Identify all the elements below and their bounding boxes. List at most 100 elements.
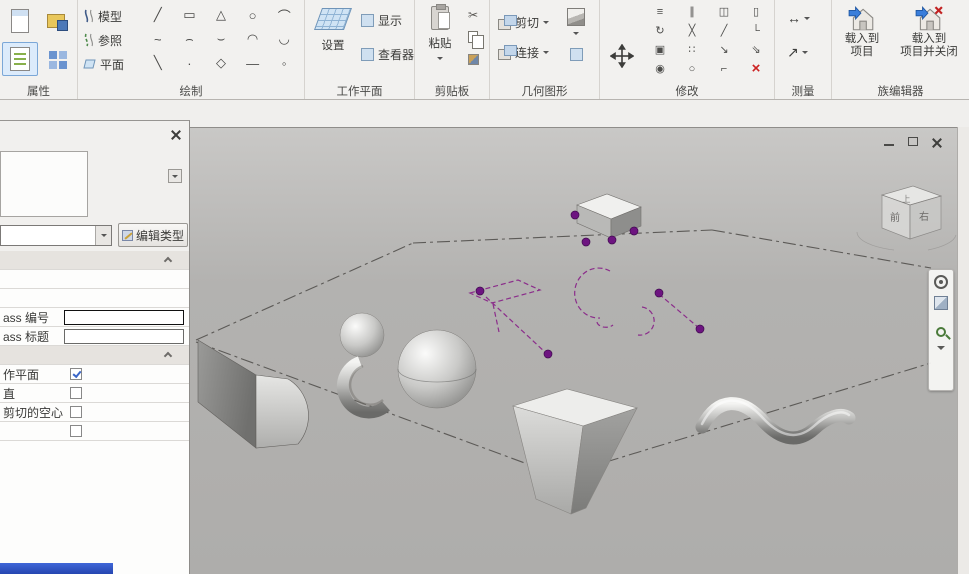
property-row[interactable]: [0, 289, 189, 308]
match-type-button[interactable]: [463, 50, 483, 68]
paste-button[interactable]: 粘贴: [420, 4, 460, 63]
void-forms-button[interactable]: [562, 48, 590, 61]
family-category-button[interactable]: [40, 3, 72, 39]
polygon-tool[interactable]: △: [205, 3, 237, 27]
pick-line-tool[interactable]: ╲: [142, 51, 174, 75]
draw-mode-plane[interactable]: 平面: [83, 52, 141, 76]
property-row[interactable]: ass 标题: [0, 327, 189, 346]
half-ellipse-tool[interactable]: ◠: [237, 27, 269, 51]
properties-button[interactable]: [4, 3, 36, 39]
delete-tool[interactable]: ×: [740, 59, 772, 78]
model-half-pipe[interactable]: [343, 362, 386, 412]
cut-geometry-button[interactable]: 剪切: [498, 14, 549, 31]
align-tool[interactable]: ≡: [644, 2, 676, 21]
workplane-checkbox[interactable]: [70, 368, 82, 380]
rectangle-tool[interactable]: ▭: [174, 3, 206, 27]
right-gutter[interactable]: [957, 127, 969, 574]
array-tool[interactable]: ∷: [676, 40, 708, 59]
model-sweep-tube[interactable]: [702, 401, 849, 438]
set-workplane-button[interactable]: 设置: [311, 4, 355, 53]
shape-handles[interactable]: [476, 211, 704, 358]
property-row[interactable]: ass 编号: [0, 308, 189, 327]
zoom-icon[interactable]: [936, 327, 946, 337]
copy-to-clipboard-button[interactable]: [463, 28, 483, 46]
navbar-expand-icon[interactable]: [937, 346, 945, 354]
type-selector[interactable]: [0, 225, 112, 246]
type-selector-dropdown-button[interactable]: [95, 226, 111, 245]
join-geometry-button[interactable]: 连接: [498, 44, 549, 61]
omniclass-title-input[interactable]: [64, 329, 184, 344]
small-point-tool[interactable]: ◦: [268, 51, 300, 75]
property-row[interactable]: 作平面: [0, 365, 189, 384]
point-tool[interactable]: ·: [174, 51, 206, 75]
trim-tool[interactable]: ╳: [676, 21, 708, 40]
move-button[interactable]: [604, 36, 640, 76]
corner-trim-tool[interactable]: └: [740, 21, 772, 40]
void-cut-checkbox[interactable]: [70, 406, 82, 418]
cut-to-clipboard-button[interactable]: ✂: [463, 6, 483, 24]
navigation-bar[interactable]: [928, 269, 954, 391]
copy-tool[interactable]: ▣: [644, 40, 676, 59]
circle-tool[interactable]: ○: [237, 3, 269, 27]
vertical-checkbox[interactable]: [70, 387, 82, 399]
ellipse-arc-tool[interactable]: ◡: [268, 27, 300, 51]
parameters-button[interactable]: [42, 42, 72, 76]
mirror-axis-tool[interactable]: ◫: [708, 2, 740, 21]
viewcube-top-label[interactable]: 上: [902, 194, 911, 204]
restore-icon[interactable]: [904, 135, 921, 149]
type-preview: [0, 151, 88, 217]
extra-checkbox[interactable]: [70, 425, 82, 437]
viewcube[interactable]: 上 前 右: [857, 186, 956, 250]
model-blend[interactable]: [513, 389, 637, 514]
viewcube-tool-icon[interactable]: [934, 296, 948, 310]
preview-dropdown-button[interactable]: [168, 169, 182, 183]
show-workplane-button[interactable]: 显示: [361, 12, 402, 29]
pin-tool[interactable]: ◉: [644, 59, 676, 78]
load-into-project-button[interactable]: 载入到 项目: [836, 2, 888, 60]
edit-type-button[interactable]: 编辑类型: [118, 223, 188, 247]
profile-sketch[interactable]: [470, 268, 699, 353]
tangent-arc-tool[interactable]: ⌣: [205, 27, 237, 51]
solid-forms-button[interactable]: [562, 8, 590, 38]
viewcube-front-label[interactable]: 前: [890, 211, 900, 224]
draw-mode-model[interactable]: 模型: [83, 4, 141, 28]
panel-label-measure: 测量: [775, 83, 831, 98]
steering-wheel-icon[interactable]: [934, 275, 948, 289]
property-row[interactable]: [0, 270, 189, 289]
scale-tool[interactable]: ↘: [708, 40, 740, 59]
property-row[interactable]: 直: [0, 384, 189, 403]
drawing-area[interactable]: 上 前 右: [190, 127, 957, 574]
family-types-button[interactable]: [2, 42, 38, 76]
model-extrusion[interactable]: [198, 340, 308, 448]
arc-tool[interactable]: ⌒: [268, 3, 300, 27]
pick-edge-tool[interactable]: —: [237, 51, 269, 75]
minimize-icon[interactable]: [880, 135, 897, 149]
draw-mode-reference[interactable]: 参照: [83, 28, 141, 52]
unpin-tool[interactable]: ○: [676, 59, 708, 78]
line-tool[interactable]: ╱: [142, 3, 174, 27]
measure-along-element-button[interactable]: ↗: [787, 44, 808, 61]
section-header[interactable]: [0, 346, 189, 365]
taskbar-fragment[interactable]: [0, 563, 113, 574]
viewcube-right-label[interactable]: 右: [919, 210, 929, 223]
property-row[interactable]: [0, 422, 189, 441]
section-header[interactable]: [0, 251, 189, 270]
extend-tool[interactable]: ⇘: [740, 40, 772, 59]
offset-tool[interactable]: ∥: [676, 2, 708, 21]
close-icon[interactable]: [928, 135, 945, 149]
split-tool[interactable]: ╱: [708, 21, 740, 40]
spline-tool[interactable]: ~: [142, 27, 174, 51]
rotate-tool[interactable]: ↻: [644, 21, 676, 40]
diamond-tool[interactable]: ◇: [205, 51, 237, 75]
model-sphere-large[interactable]: [398, 330, 476, 408]
mirror-line-tool[interactable]: ▯: [740, 2, 772, 21]
model-sphere-small[interactable]: [340, 313, 384, 357]
fillet-arc-tool[interactable]: ⌢: [174, 27, 206, 51]
measure-between-refs-button[interactable]: ↔: [787, 10, 810, 26]
property-row[interactable]: 剪切的空心: [0, 403, 189, 422]
omniclass-number-input[interactable]: [64, 310, 184, 325]
palette-close-button[interactable]: [169, 128, 184, 143]
demolish-tool[interactable]: ⌐: [708, 59, 740, 78]
viewer-button[interactable]: 查看器: [361, 46, 414, 63]
load-into-project-and-close-button[interactable]: 载入到 项目并关闭: [892, 2, 966, 60]
